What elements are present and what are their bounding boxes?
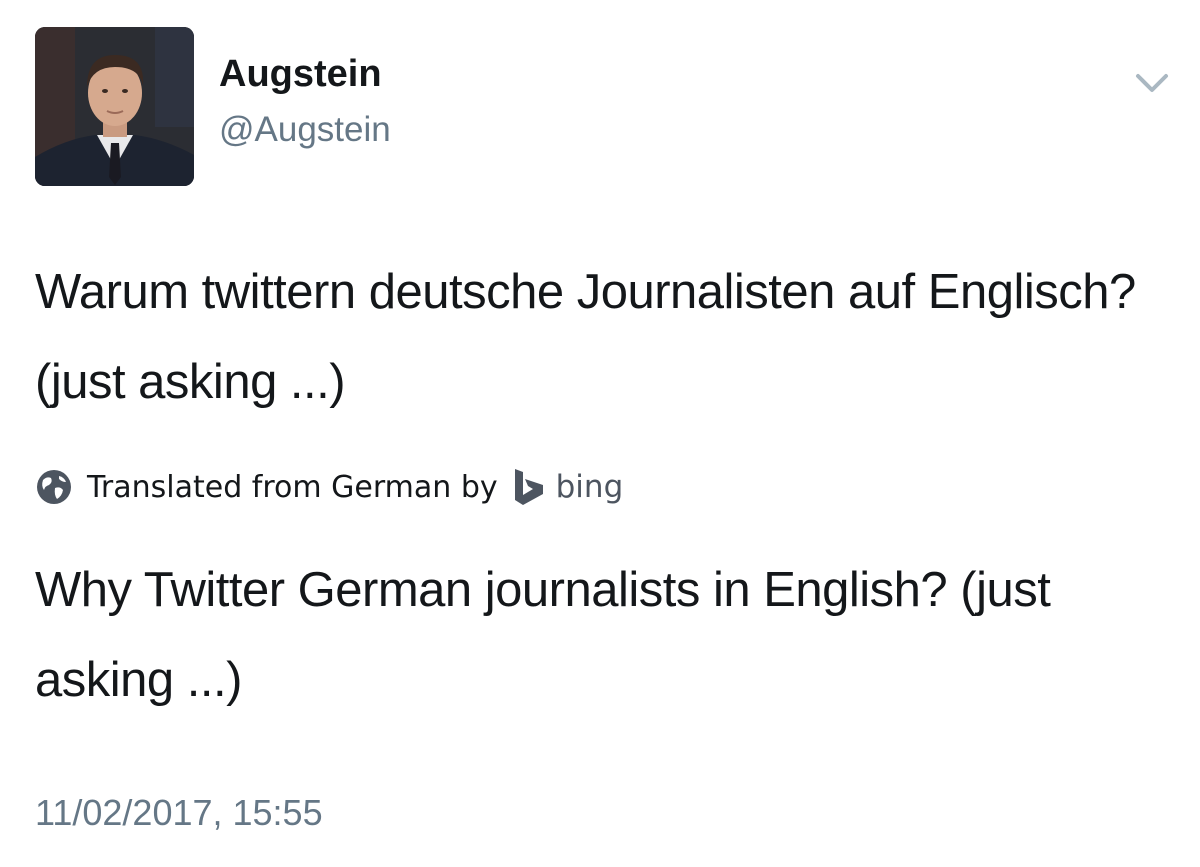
translation-label: Translated from German by	[87, 469, 498, 505]
author-handle[interactable]: @Augstein	[219, 112, 391, 147]
tweet-translated-text: Why Twitter German journalists in Englis…	[35, 563, 1051, 707]
avatar[interactable]	[35, 27, 194, 186]
avatar-photo	[35, 27, 194, 186]
translation-attribution: Translated from German by bing	[35, 462, 623, 512]
chevron-down-icon[interactable]	[1130, 66, 1174, 100]
bing-logo-icon[interactable]	[512, 467, 546, 507]
globe-icon	[37, 470, 71, 504]
translation-provider[interactable]: bing	[556, 469, 624, 505]
tweet-timestamp[interactable]: 11/02/2017, 15:55	[35, 795, 323, 831]
tweet-original-text: Warum twittern deutsche Journalisten auf…	[35, 265, 1136, 409]
author-display-name[interactable]: Augstein	[219, 55, 382, 93]
